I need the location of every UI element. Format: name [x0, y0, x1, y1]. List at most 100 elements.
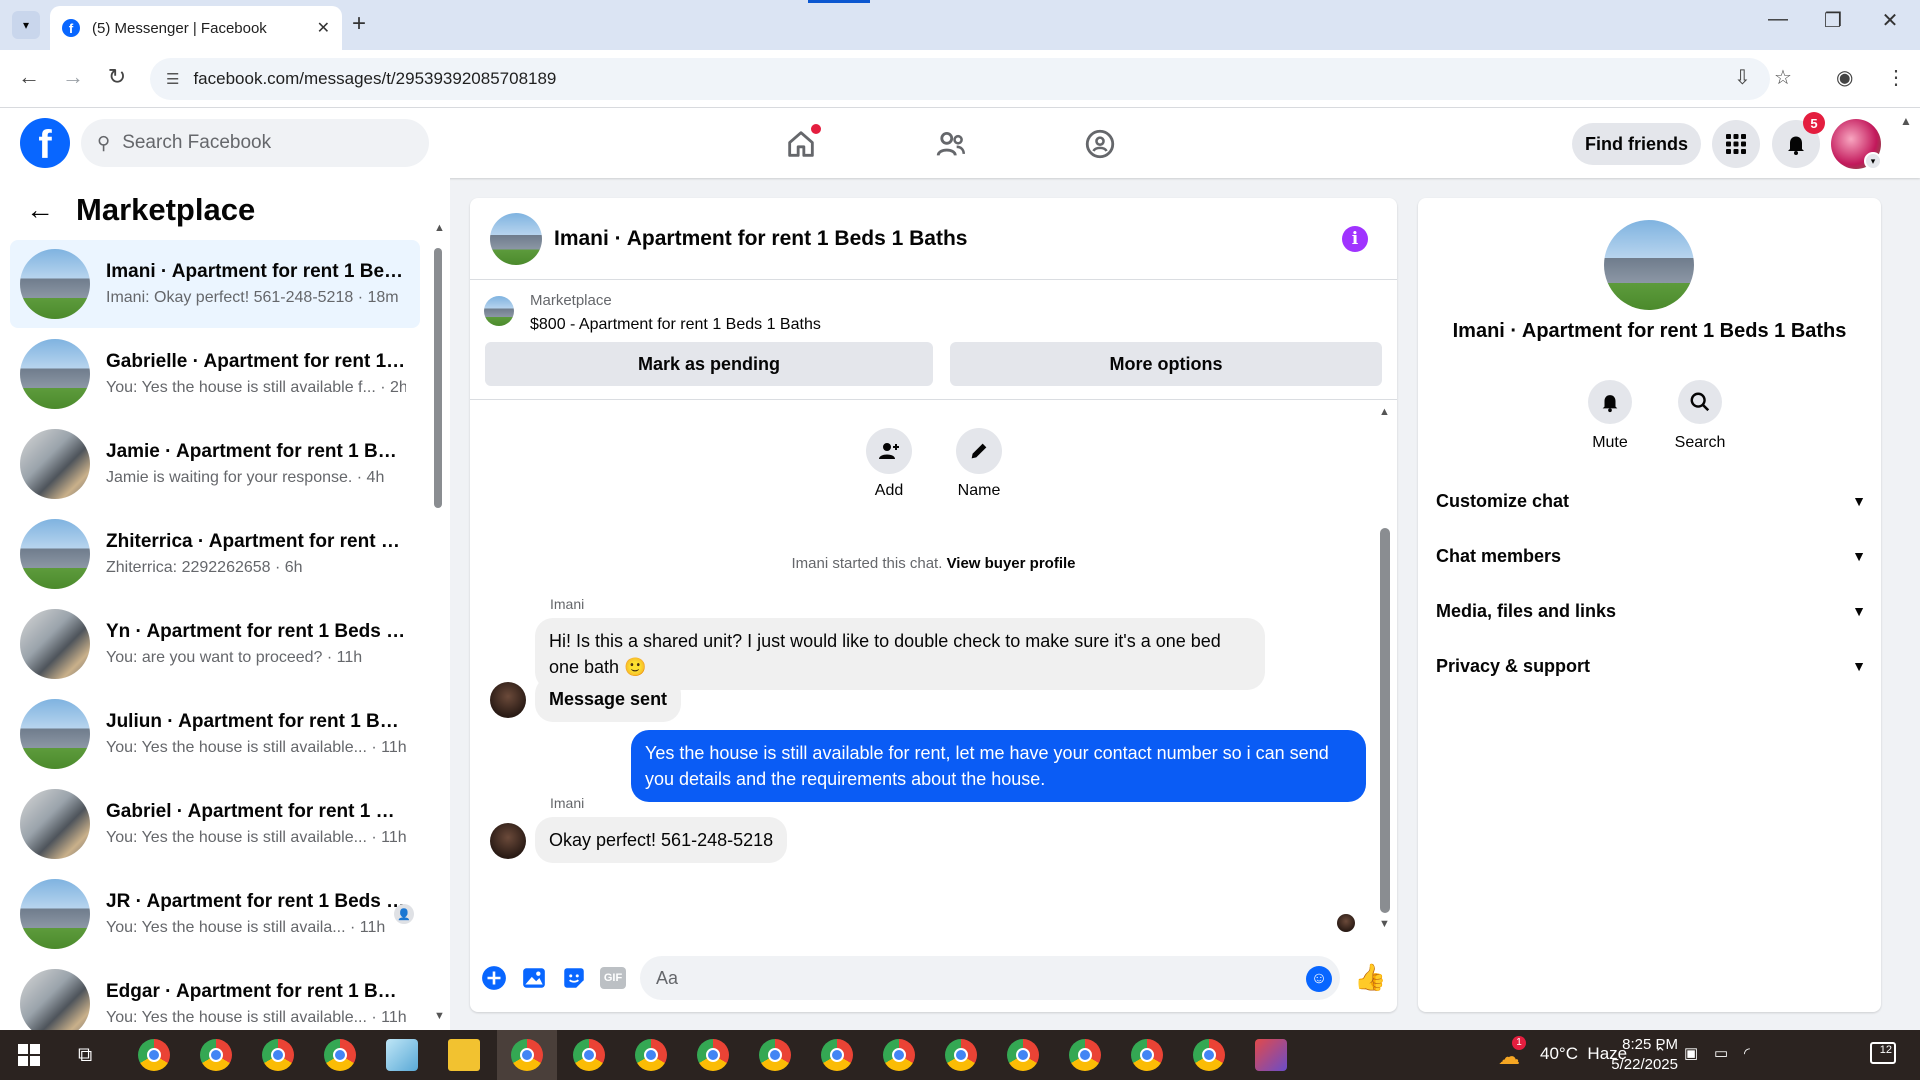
conversation-item[interactable]: Imani · Apartment for rent 1 Beds 1 Bath…	[10, 240, 420, 328]
bookmark-star-icon[interactable]: ☆	[1774, 65, 1792, 90]
conversation-snippet: You: Yes the house is still available...…	[106, 829, 406, 846]
chrome-taskbar-icon[interactable]	[1007, 1039, 1039, 1071]
menu-grid-icon[interactable]	[1712, 120, 1760, 168]
add-people-action[interactable]: Add	[844, 428, 934, 500]
battery-icon[interactable]: ▭	[1714, 1044, 1728, 1062]
chat-listing-avatar[interactable]	[490, 212, 542, 265]
new-tab-icon[interactable]: +	[352, 10, 366, 38]
listing-price-title[interactable]: $800 - Apartment for rent 1 Beds 1 Baths	[530, 316, 821, 334]
notes-app-icon[interactable]	[386, 1039, 418, 1071]
install-app-icon[interactable]: ⇩	[1734, 65, 1751, 90]
chrome-taskbar-icon[interactable]	[1131, 1039, 1163, 1071]
chat-scrollbar[interactable]	[1380, 528, 1390, 913]
chrome-taskbar-icon[interactable]	[945, 1039, 977, 1071]
chrome-taskbar-icon[interactable]	[138, 1039, 170, 1071]
tab-close-icon[interactable]: ✕	[317, 18, 330, 38]
message-list: Add Name Imani started this chat. View b…	[470, 400, 1397, 938]
more-options-button[interactable]: More options	[950, 342, 1382, 386]
chat-members-section[interactable]: Chat members ▼	[1436, 536, 1866, 576]
chrome-taskbar-icon[interactable]	[759, 1039, 791, 1071]
photo-icon[interactable]	[520, 964, 548, 992]
task-view-icon[interactable]: ⧉	[78, 1044, 92, 1067]
chat-title[interactable]: Imani · Apartment for rent 1 Beds 1 Bath…	[554, 227, 967, 251]
mark-as-pending-button[interactable]: Mark as pending	[485, 342, 933, 386]
chrome-taskbar-icon[interactable]	[821, 1039, 853, 1071]
tab-search-chevron-icon[interactable]: ▾	[12, 11, 40, 39]
conversation-item[interactable]: Zhiterrica · Apartment for rent 1 Beds 1…	[10, 510, 420, 598]
sticker-icon[interactable]	[560, 964, 588, 992]
forward-icon[interactable]: →	[58, 64, 88, 90]
back-icon[interactable]: ←	[14, 64, 44, 90]
chrome-taskbar-icon[interactable]	[635, 1039, 667, 1071]
browser-tab[interactable]: f (5) Messenger | Facebook ✕	[50, 6, 342, 50]
restore-icon[interactable]: ❐	[1813, 8, 1853, 33]
reload-icon[interactable]: ↻	[102, 64, 132, 90]
file-explorer-icon[interactable]	[448, 1039, 480, 1071]
wifi-icon[interactable]: ◜	[1744, 1044, 1750, 1062]
chrome-taskbar-icon[interactable]	[883, 1039, 915, 1071]
notification-center-icon[interactable]: 12	[1870, 1042, 1896, 1064]
chrome-taskbar-icon[interactable]	[200, 1039, 232, 1071]
site-settings-icon[interactable]: ☰	[166, 70, 179, 88]
message-input[interactable]	[640, 956, 1340, 1000]
chat-scroll-down-icon[interactable]: ▼	[1379, 918, 1390, 930]
omnibox[interactable]: ☰ facebook.com/messages/t/29539392085708…	[150, 58, 1770, 100]
groups-nav-icon[interactable]	[1070, 122, 1130, 166]
back-arrow-icon[interactable]: ←	[26, 194, 54, 226]
incoming-message: Okay perfect! 561-248-5218	[535, 817, 788, 863]
profile-icon[interactable]: ◉	[1836, 65, 1853, 90]
conversation-item[interactable]: Yn · Apartment for rent 1 Beds 1 Baths Yo…	[10, 600, 420, 688]
chrome-taskbar-icon[interactable]	[511, 1039, 543, 1071]
view-buyer-profile-link[interactable]: View buyer profile	[947, 555, 1076, 572]
windows-start-icon[interactable]	[18, 1044, 40, 1066]
chat-scroll-up-icon[interactable]: ▲	[1379, 406, 1390, 418]
thumbs-up-icon[interactable]: 👍	[1354, 962, 1386, 993]
conversation-item[interactable]: Edgar · Apartment for rent 1 Beds 1 Bath…	[10, 960, 420, 1030]
emoji-icon[interactable]: ☺	[1306, 966, 1332, 992]
conversation-item[interactable]: Juliun · Apartment for rent 1 Beds 1 Bat…	[10, 690, 420, 778]
sidebar-scroll-down-icon[interactable]: ▼	[434, 1010, 445, 1022]
sender-avatar[interactable]	[490, 823, 526, 859]
friends-nav-icon[interactable]	[921, 122, 981, 166]
media-files-links-section[interactable]: Media, files and links ▼	[1436, 591, 1866, 631]
find-friends-button[interactable]: Find friends	[1572, 123, 1701, 165]
facebook-favicon-icon: f	[62, 19, 80, 37]
page-scroll-up-icon[interactable]: ▲	[1900, 114, 1912, 128]
listing-avatar-large[interactable]	[1604, 220, 1694, 310]
gif-icon[interactable]: GIF	[600, 967, 626, 989]
conversation-item[interactable]: Gabrielle · Apartment for rent 1 Beds 1 …	[10, 330, 420, 418]
close-window-icon[interactable]: ✕	[1870, 8, 1910, 33]
taskbar-clock[interactable]: 8:25 PM 5/22/2025	[1588, 1035, 1678, 1075]
facebook-search[interactable]: ⚲ Search Facebook	[81, 119, 429, 167]
account-chevron-icon[interactable]: ▾	[1864, 152, 1882, 170]
conversation-item[interactable]: JR · Apartment for rent 1 Beds 1 Baths Yo…	[10, 870, 420, 958]
conversation-item[interactable]: Jamie · Apartment for rent 1 Beds 1 Bath…	[10, 420, 420, 508]
app-taskbar-icon[interactable]	[1255, 1039, 1287, 1071]
browser-menu-icon[interactable]: ⋮	[1886, 65, 1906, 90]
privacy-support-section[interactable]: Privacy & support ▼	[1436, 646, 1866, 686]
sidebar-scrollbar[interactable]	[434, 248, 442, 508]
search-chat-action[interactable]: Search	[1660, 380, 1740, 452]
chat-info-icon[interactable]: i	[1342, 226, 1368, 252]
section-label: Media, files and links	[1436, 600, 1617, 621]
chat-header: Imani · Apartment for rent 1 Beds 1 Bath…	[470, 198, 1397, 280]
name-chat-action[interactable]: Name	[934, 428, 1024, 500]
plus-circle-icon[interactable]	[480, 964, 508, 992]
facebook-logo-icon[interactable]: f	[20, 118, 70, 168]
chrome-taskbar-icon[interactable]	[1069, 1039, 1101, 1071]
customize-chat-section[interactable]: Customize chat ▼	[1436, 481, 1866, 521]
mute-action[interactable]: Mute	[1570, 380, 1650, 452]
minimize-icon[interactable]: —	[1758, 8, 1798, 31]
listing-thumbnail	[20, 519, 90, 589]
chrome-taskbar-icon[interactable]	[697, 1039, 729, 1071]
tray-device-icon[interactable]: ▣	[1684, 1044, 1698, 1062]
chrome-taskbar-icon[interactable]	[573, 1039, 605, 1071]
sender-avatar[interactable]	[490, 682, 526, 718]
conversation-item[interactable]: Gabriel · Apartment for rent 1 Beds 1 Ba…	[10, 780, 420, 868]
chrome-taskbar-icon[interactable]	[324, 1039, 356, 1071]
sidebar-scroll-up-icon[interactable]: ▲	[434, 222, 445, 234]
chrome-taskbar-icon[interactable]	[262, 1039, 294, 1071]
bell-icon	[1588, 380, 1632, 424]
chrome-taskbar-icon[interactable]	[1193, 1039, 1225, 1071]
home-nav-icon[interactable]	[771, 122, 831, 166]
